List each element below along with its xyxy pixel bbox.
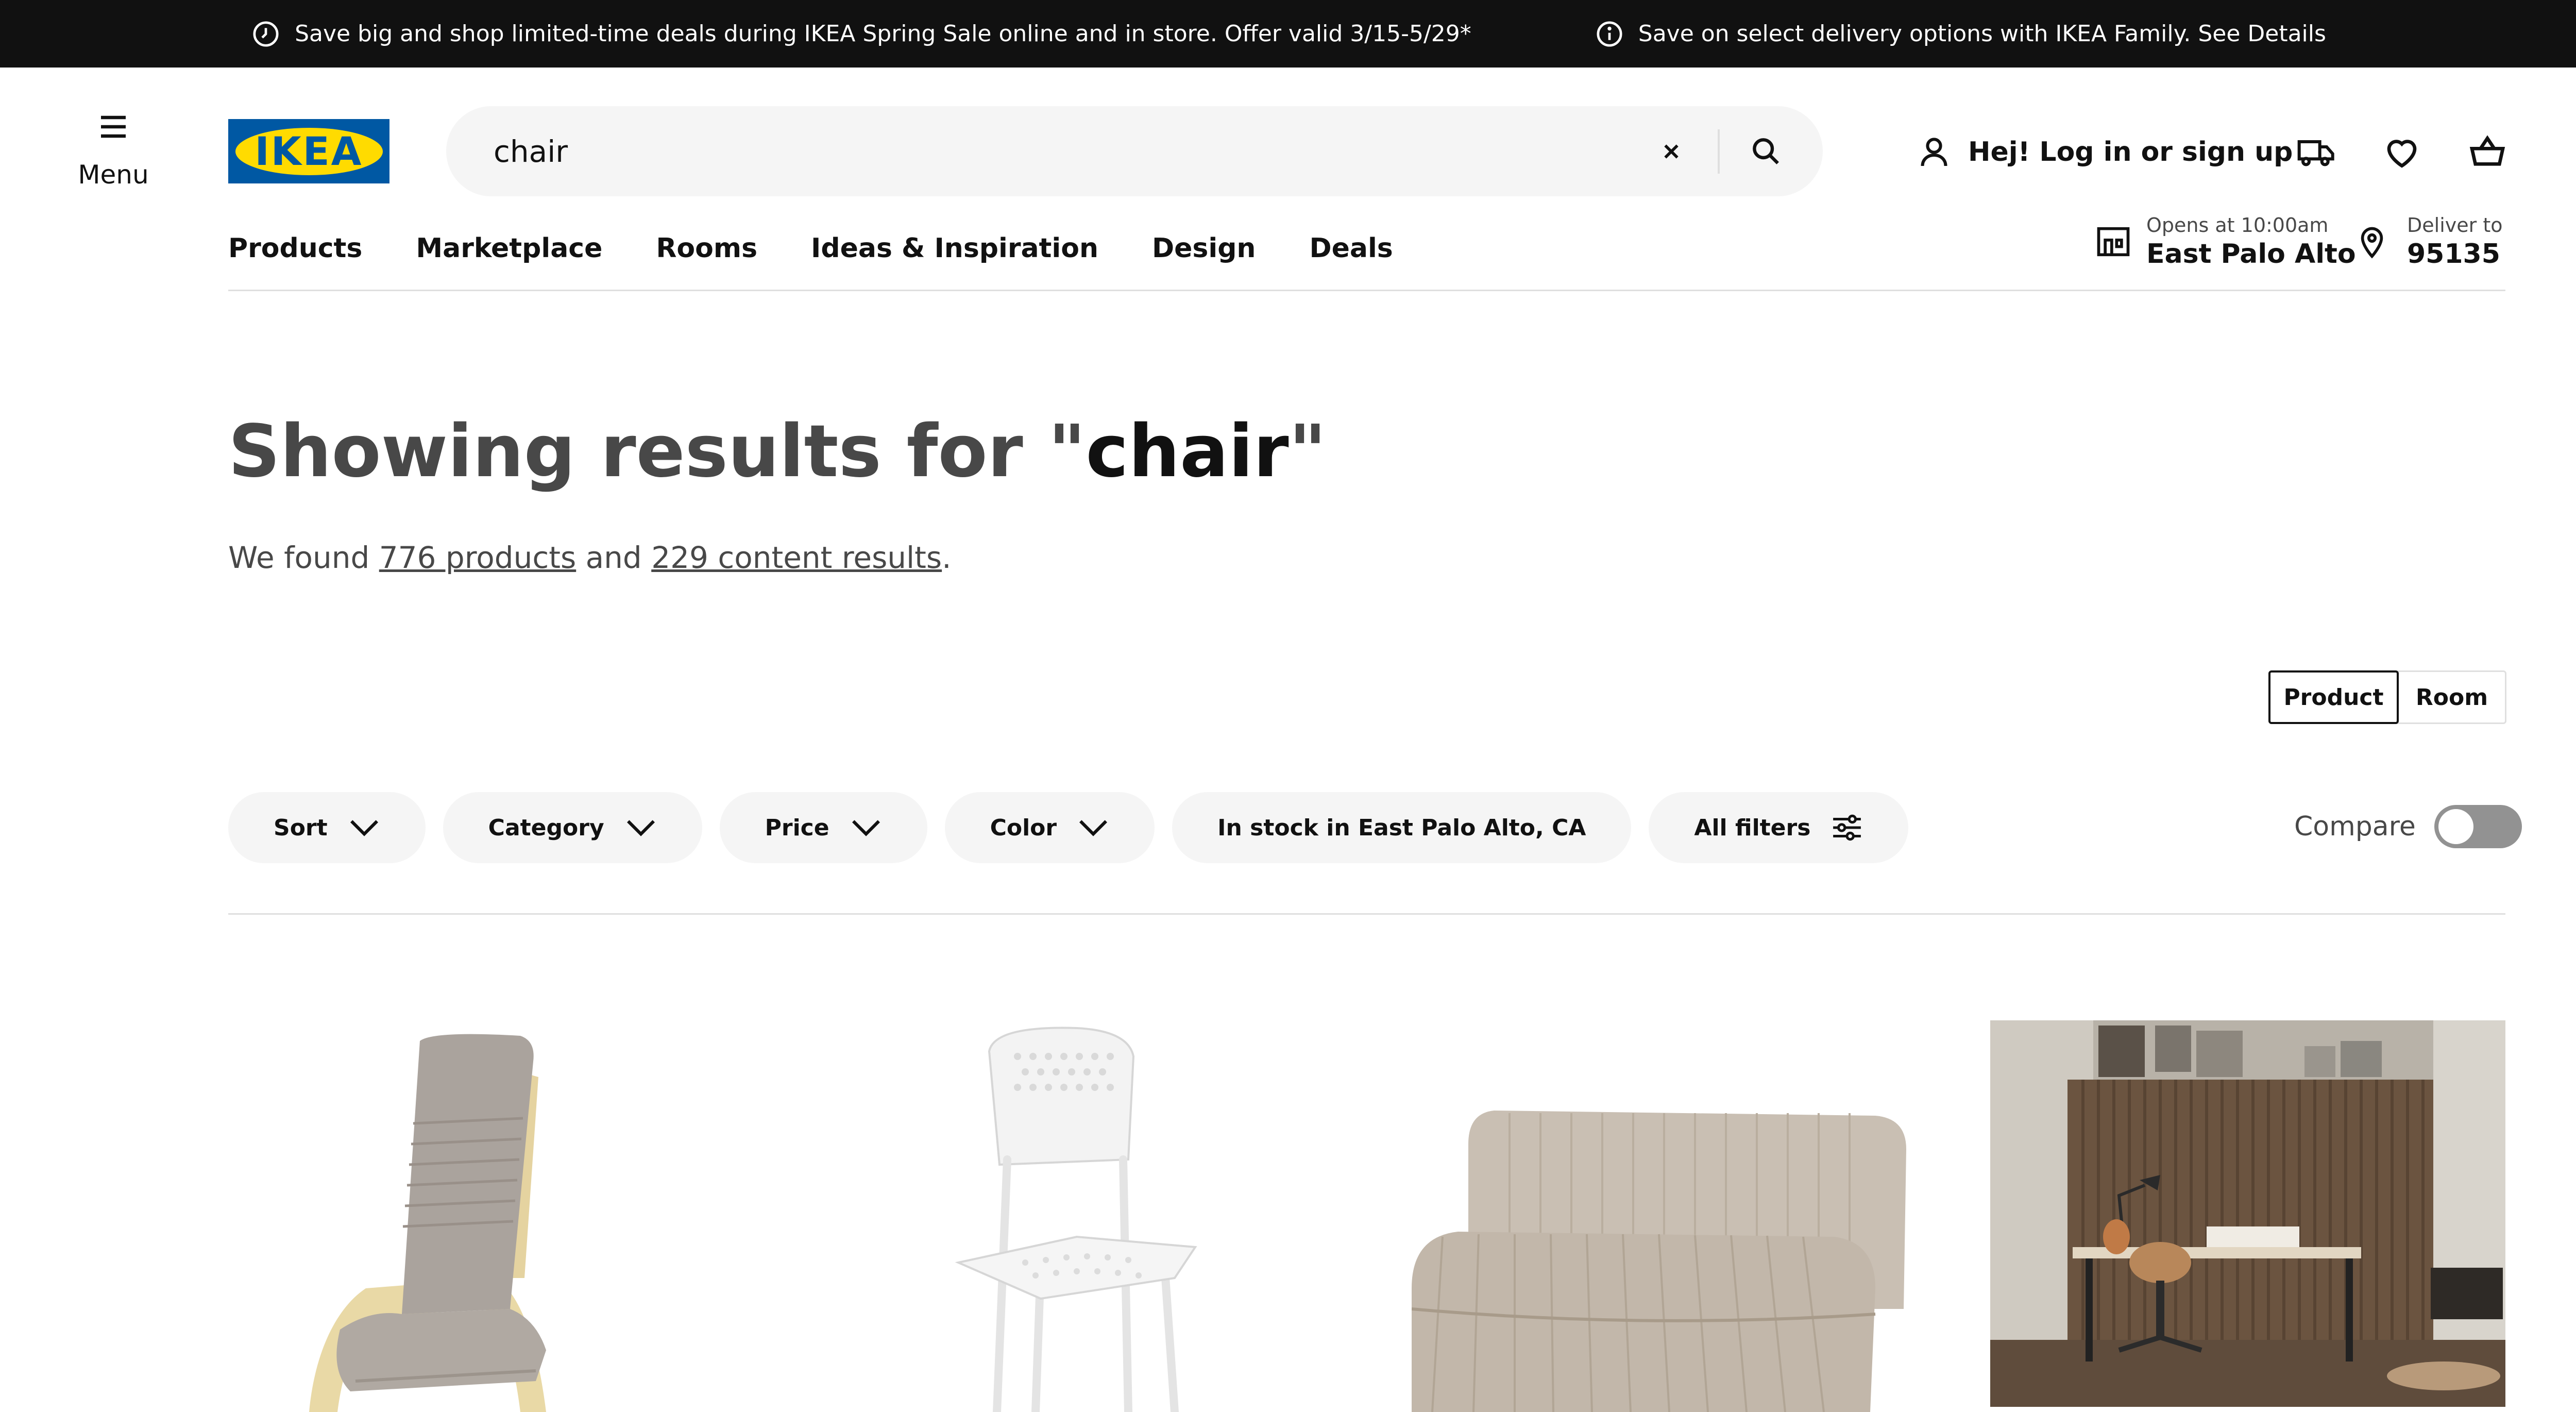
- chevron-down-icon: [350, 820, 378, 836]
- sort-label: Sort: [274, 814, 328, 841]
- color-filter[interactable]: Color: [944, 792, 1155, 863]
- promo-message-sale[interactable]: Save big and shop limited-time deals dur…: [251, 20, 1471, 48]
- login-label: Hej! Log in or sign up: [1968, 137, 2293, 167]
- title-query: chair: [1086, 410, 1289, 494]
- product-tile-chair-section[interactable]: [1412, 1020, 1917, 1412]
- search-bar: [446, 106, 1823, 196]
- basket-icon: [2469, 135, 2505, 166]
- filters-divider: [228, 913, 2505, 915]
- promo-bar: Save big and shop limited-time deals dur…: [0, 0, 2576, 68]
- product-view-button[interactable]: Product: [2268, 670, 2399, 724]
- menu-button[interactable]: Menu: [62, 108, 165, 211]
- favourites-button[interactable]: [2379, 129, 2425, 175]
- nav-design[interactable]: Design: [1152, 233, 1256, 264]
- info-icon: [1595, 20, 1624, 48]
- product-tile-stacking-chair[interactable]: [907, 1020, 1247, 1412]
- main-nav: Products Marketplace Rooms Ideas & Inspi…: [228, 233, 1393, 264]
- nav-products[interactable]: Products: [228, 233, 362, 264]
- menu-label: Menu: [78, 160, 149, 190]
- search-input[interactable]: [446, 106, 1640, 196]
- delivery-info: Deliver to 95135: [2407, 214, 2502, 270]
- filter-bar: Sort Category Price Color In stock in Ea…: [228, 792, 1909, 863]
- delivery-label: Deliver to: [2407, 214, 2503, 237]
- promo-text-family: Save on select delivery options with IKE…: [1638, 21, 2326, 47]
- heart-icon: [2387, 140, 2417, 168]
- title-prefix: Showing results for ": [228, 410, 1086, 494]
- user-icon: [1921, 138, 1947, 166]
- category-label: Category: [488, 814, 604, 841]
- store-selector[interactable]: Opens at 10:00am East Palo Alto: [2094, 214, 2356, 270]
- ikea-logo[interactable]: IKEA: [228, 119, 389, 183]
- search-divider: [1718, 129, 1720, 174]
- view-toggle: Product Room: [2268, 670, 2506, 724]
- summary-and: and: [576, 540, 652, 575]
- location-pin-icon: [2361, 227, 2383, 259]
- nav-deals[interactable]: Deals: [1309, 233, 1393, 264]
- product-tile-home-office[interactable]: [1990, 1020, 2505, 1407]
- nav-rooms[interactable]: Rooms: [656, 233, 757, 264]
- store-hours: Opens at 10:00am: [2146, 214, 2329, 237]
- chevron-down-icon: [1079, 820, 1108, 836]
- category-filter[interactable]: Category: [443, 792, 702, 863]
- all-filters-label: All filters: [1694, 814, 1811, 841]
- title-suffix: ": [1289, 410, 1327, 494]
- search-icon: [1753, 138, 1779, 164]
- nav-ideas-inspiration[interactable]: Ideas & Inspiration: [811, 233, 1098, 264]
- room-view-button[interactable]: Room: [2399, 672, 2505, 722]
- price-filter[interactable]: Price: [719, 792, 927, 863]
- store-name: East Palo Alto: [2146, 239, 2356, 270]
- color-label: Color: [990, 814, 1057, 841]
- all-filters-button[interactable]: All filters: [1649, 792, 1909, 863]
- chair-section-image: [1412, 1111, 1906, 1412]
- logo-text: IKEA: [235, 127, 383, 175]
- delivery-zip: 95135: [2407, 239, 2500, 270]
- delivery-truck-button[interactable]: [2293, 129, 2340, 175]
- filter-sliders-icon: [1833, 814, 1861, 841]
- in-stock-filter[interactable]: In stock in East Palo Alto, CA: [1172, 792, 1632, 863]
- chevron-down-icon: [852, 820, 880, 836]
- store-info: Opens at 10:00am East Palo Alto: [2146, 214, 2356, 270]
- nav-marketplace[interactable]: Marketplace: [416, 233, 602, 264]
- armchair-image: [309, 1034, 546, 1412]
- clear-search-button[interactable]: [1640, 121, 1702, 182]
- compare-label: Compare: [2294, 811, 2416, 842]
- results-summary: We found 776 products and 229 content re…: [228, 540, 952, 575]
- products-count-link[interactable]: 776 products: [379, 540, 576, 575]
- price-label: Price: [765, 814, 829, 841]
- summary-period: .: [942, 540, 952, 575]
- delivery-location[interactable]: Deliver to 95135: [2354, 214, 2502, 270]
- compare-toggle-knob: [2438, 809, 2473, 844]
- stacking-chair-image: [955, 1027, 1197, 1412]
- compare-control: Compare: [2294, 805, 2522, 848]
- compare-toggle[interactable]: [2434, 805, 2522, 848]
- summary-prefix: We found: [228, 540, 379, 575]
- sort-filter[interactable]: Sort: [228, 792, 426, 863]
- promo-message-family[interactable]: Save on select delivery options with IKE…: [1595, 20, 2326, 48]
- login-link[interactable]: Hej! Log in or sign up: [1916, 129, 2293, 175]
- content-count-link[interactable]: 229 content results: [651, 540, 942, 575]
- promo-text-sale: Save big and shop limited-time deals dur…: [295, 21, 1471, 47]
- truck-icon: [2297, 140, 2334, 166]
- header-divider: [228, 290, 2505, 291]
- in-stock-label: In stock in East Palo Alto, CA: [1217, 814, 1586, 841]
- results-title: Showing results for "chair": [228, 410, 1327, 494]
- shopping-bag-button[interactable]: [2464, 129, 2511, 175]
- close-icon: [1664, 144, 1679, 159]
- home-office-room-image: [1990, 1020, 2505, 1407]
- hamburger-icon: [101, 115, 126, 138]
- search-button[interactable]: [1735, 121, 1797, 182]
- clock-icon: [251, 20, 280, 48]
- product-tile-armchair[interactable]: [278, 1020, 701, 1412]
- store-icon: [2097, 227, 2130, 257]
- chevron-down-icon: [626, 820, 655, 836]
